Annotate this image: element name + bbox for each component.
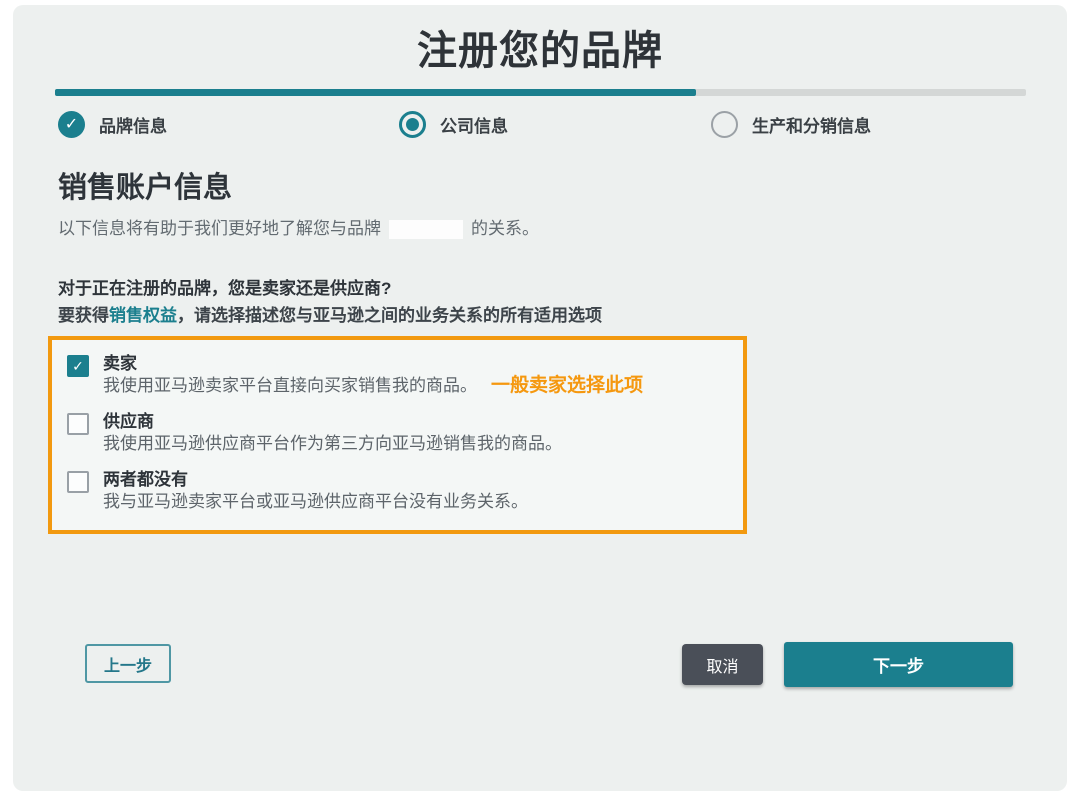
section-heading: 销售账户信息 <box>58 164 232 206</box>
option-description: 我使用亚马逊供应商平台作为第三方向亚马逊销售我的商品。 <box>103 432 576 456</box>
brand-name-redacted-box <box>389 220 463 239</box>
option-label: 两者都没有 <box>103 469 542 490</box>
option-seller[interactable]: ✓ 卖家 我使用亚马逊卖家平台直接向买家销售我的商品。一般卖家选择此项 <box>67 353 728 398</box>
checkbox-check-icon: ✓ <box>72 359 84 373</box>
question-title: 对于正在注册的品牌，您是卖家还是供应商? <box>58 274 391 299</box>
neither-checkbox[interactable]: ✓ <box>67 471 89 493</box>
vendor-checkbox[interactable]: ✓ <box>67 413 89 435</box>
option-label: 卖家 <box>103 353 643 374</box>
step-label: 公司信息 <box>440 112 508 137</box>
step-label: 生产和分销信息 <box>752 112 871 137</box>
step-company-info[interactable]: ✓ 公司信息 <box>399 111 508 138</box>
seller-checkbox[interactable]: ✓ <box>67 355 89 377</box>
next-button[interactable]: 下一步 <box>784 642 1013 687</box>
cancel-button[interactable]: 取消 <box>682 644 763 685</box>
subtitle-suffix: 的关系。 <box>471 219 539 238</box>
options-highlight-box: ✓ 卖家 我使用亚马逊卖家平台直接向买家销售我的商品。一般卖家选择此项 ✓ 供应… <box>48 336 747 534</box>
option-description: 我与亚马逊卖家平台或亚马逊供应商平台没有业务关系。 <box>103 490 542 514</box>
option-vendor[interactable]: ✓ 供应商 我使用亚马逊供应商平台作为第三方向亚马逊销售我的商品。 <box>67 411 728 456</box>
section-subtitle: 以下信息将有助于我们更好地了解您与品牌 的关系。 <box>58 214 539 239</box>
hint-suffix: ，请选择描述您与亚马逊之间的业务关系的所有适用选项 <box>177 306 602 325</box>
progress-bar <box>55 89 1026 96</box>
option-neither[interactable]: ✓ 两者都没有 我与亚马逊卖家平台或亚马逊供应商平台没有业务关系。 <box>67 469 728 514</box>
step-current-radio-icon: ✓ <box>399 111 426 138</box>
subtitle-prefix: 以下信息将有助于我们更好地了解您与品牌 <box>58 219 381 238</box>
question-hint: 要获得销售权益，请选择描述您与亚马逊之间的业务关系的所有适用选项 <box>58 301 602 326</box>
selling-benefits-link[interactable]: 销售权益 <box>109 306 177 325</box>
progress-fill <box>55 89 696 96</box>
page-title: 注册您的品牌 <box>0 18 1080 76</box>
option-description: 我使用亚马逊卖家平台直接向买家销售我的商品。一般卖家选择此项 <box>103 374 643 398</box>
hint-prefix: 要获得 <box>58 306 109 325</box>
step-completed-check-icon: ✓ <box>58 111 85 138</box>
step-brand-info[interactable]: ✓ 品牌信息 <box>58 111 167 138</box>
step-label: 品牌信息 <box>99 112 167 137</box>
step-production-distribution-info[interactable]: ✓ 生产和分销信息 <box>711 111 871 138</box>
previous-button[interactable]: 上一步 <box>85 644 171 683</box>
option-label: 供应商 <box>103 411 576 432</box>
step-upcoming-circle-icon: ✓ <box>711 111 738 138</box>
seller-annotation: 一般卖家选择此项 <box>491 375 643 396</box>
